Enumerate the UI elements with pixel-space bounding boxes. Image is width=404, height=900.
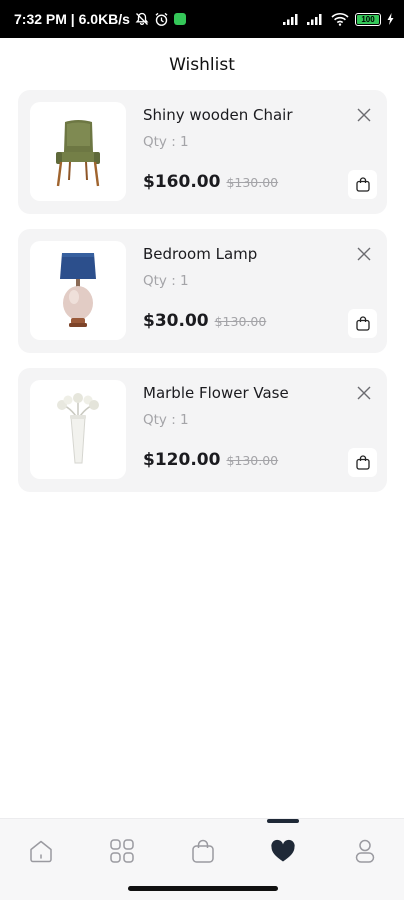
battery-level: 100 bbox=[361, 14, 375, 24]
battery-icon: 100 bbox=[355, 12, 381, 26]
shopping-bag-icon bbox=[355, 177, 370, 192]
close-icon bbox=[357, 108, 371, 122]
status-right: 100 bbox=[283, 12, 394, 26]
product-name: Bedroom Lamp bbox=[143, 245, 258, 263]
signal-2-icon bbox=[307, 13, 325, 25]
product-thumbnail[interactable] bbox=[30, 380, 126, 479]
add-to-cart-button[interactable] bbox=[348, 309, 377, 338]
system-home-indicator[interactable] bbox=[128, 886, 278, 891]
product-old-price: $130.00 bbox=[226, 175, 279, 190]
product-old-price: $130.00 bbox=[214, 314, 267, 329]
remove-item-button[interactable] bbox=[354, 383, 374, 403]
page-title: Wishlist bbox=[169, 55, 235, 75]
price-row: $160.00 $130.00 bbox=[143, 172, 278, 192]
add-to-cart-button[interactable] bbox=[348, 448, 377, 477]
nav-cart[interactable] bbox=[188, 836, 218, 866]
product-quantity: Qty : 1 bbox=[143, 273, 189, 289]
nav-profile[interactable] bbox=[350, 836, 380, 866]
wishlist-item[interactable]: Marble Flower Vase Qty : 1 $120.00 $130.… bbox=[18, 368, 387, 492]
product-name: Marble Flower Vase bbox=[143, 384, 289, 402]
nav-wishlist[interactable] bbox=[268, 836, 298, 866]
vase-image bbox=[57, 392, 99, 463]
close-icon bbox=[357, 247, 371, 261]
wishlist-item[interactable]: Bedroom Lamp Qty : 1 $30.00 $130.00 bbox=[18, 229, 387, 353]
shopping-bag-icon bbox=[355, 316, 370, 331]
remove-item-button[interactable] bbox=[354, 244, 374, 264]
status-time: 7:32 PM | 6.0KB/s bbox=[14, 11, 130, 27]
signal-icon bbox=[283, 13, 301, 25]
price-row: $120.00 $130.00 bbox=[143, 450, 278, 470]
product-quantity: Qty : 1 bbox=[143, 134, 189, 150]
product-thumbnail[interactable] bbox=[30, 102, 126, 201]
product-name: Shiny wooden Chair bbox=[143, 106, 293, 124]
product-price: $30.00 bbox=[143, 311, 209, 331]
status-left: 7:32 PM | 6.0KB/s bbox=[14, 11, 186, 27]
lamp-image bbox=[60, 252, 96, 327]
remove-item-button[interactable] bbox=[354, 105, 374, 125]
status-bar: 7:32 PM | 6.0KB/s 100 bbox=[0, 0, 404, 38]
charging-icon bbox=[387, 13, 394, 25]
alarm-icon bbox=[154, 12, 169, 27]
heart-icon bbox=[271, 839, 295, 862]
product-price: $120.00 bbox=[143, 450, 221, 470]
product-old-price: $130.00 bbox=[226, 453, 279, 468]
price-row: $30.00 $130.00 bbox=[143, 311, 266, 331]
product-price: $160.00 bbox=[143, 172, 221, 192]
home-icon bbox=[30, 840, 52, 863]
active-tab-indicator bbox=[267, 819, 299, 823]
product-thumbnail[interactable] bbox=[30, 241, 126, 340]
profile-icon bbox=[355, 839, 375, 863]
notification-muted-icon bbox=[135, 12, 149, 26]
nav-home[interactable] bbox=[26, 836, 56, 866]
shopping-bag-icon bbox=[355, 455, 370, 470]
nav-categories[interactable] bbox=[107, 836, 137, 866]
add-to-cart-button[interactable] bbox=[348, 170, 377, 199]
close-icon bbox=[357, 386, 371, 400]
app-notification-icon bbox=[173, 13, 186, 25]
wishlist-item[interactable]: Shiny wooden Chair Qty : 1 $160.00 $130.… bbox=[18, 90, 387, 214]
chair-image bbox=[56, 119, 100, 186]
product-quantity: Qty : 1 bbox=[143, 412, 189, 428]
wifi-icon bbox=[331, 12, 349, 26]
grid-icon bbox=[110, 839, 134, 863]
bag-icon bbox=[192, 839, 214, 863]
